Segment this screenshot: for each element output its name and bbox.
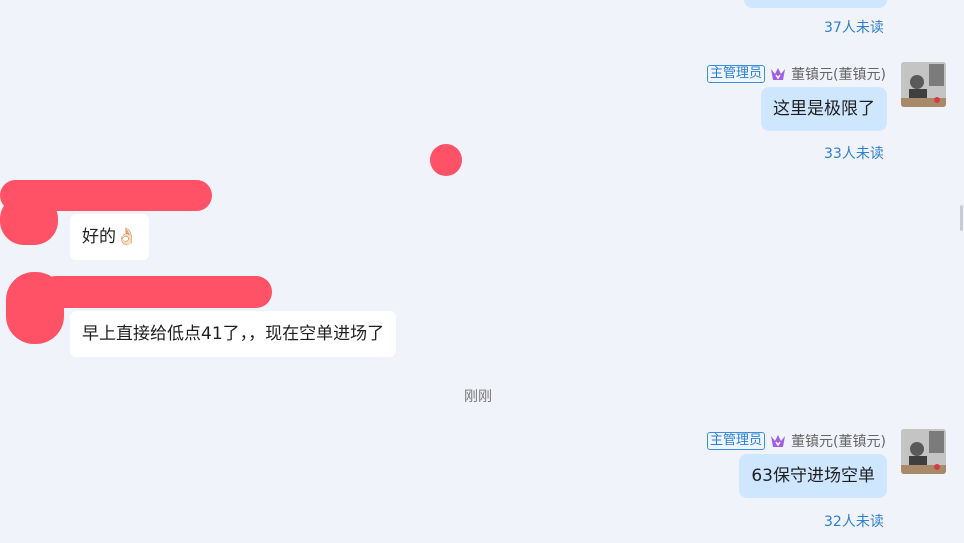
message-bubble[interactable]: 这里是极限了 <box>761 87 887 131</box>
message-bubble[interactable]: 好的👌🏻 <box>70 214 150 260</box>
unread-count[interactable]: 33人未读 <box>824 143 884 163</box>
message-bubble[interactable]: 早上直接给低点41了，，现在空单进场了 <box>70 311 397 357</box>
vip-crown-icon <box>769 65 787 83</box>
user-avatar[interactable] <box>901 429 946 474</box>
redaction-dot <box>430 144 462 176</box>
unread-count[interactable]: 37人未读 <box>824 17 884 37</box>
sender-info: 主管理员 董镇元(董镇元) <box>707 431 886 451</box>
redaction-name <box>40 276 272 308</box>
vip-crown-icon <box>769 432 787 450</box>
user-avatar[interactable] <box>901 62 946 107</box>
message-bubble[interactable]: 63保守进场空单 <box>739 454 887 498</box>
scrollbar-thumb[interactable] <box>960 205 963 231</box>
message-bubble-partial <box>744 0 887 8</box>
sender-name[interactable]: 董镇元(董镇元) <box>791 431 886 451</box>
redaction-avatar <box>6 272 64 344</box>
admin-badge: 主管理员 <box>707 65 766 83</box>
time-separator: 刚刚 <box>464 389 492 405</box>
redaction-avatar <box>0 195 58 245</box>
sender-info: 主管理员 董镇元(董镇元) <box>707 64 886 84</box>
admin-badge: 主管理员 <box>707 432 766 450</box>
unread-count[interactable]: 32人未读 <box>824 511 884 531</box>
sender-name[interactable]: 董镇元(董镇元) <box>791 64 886 84</box>
